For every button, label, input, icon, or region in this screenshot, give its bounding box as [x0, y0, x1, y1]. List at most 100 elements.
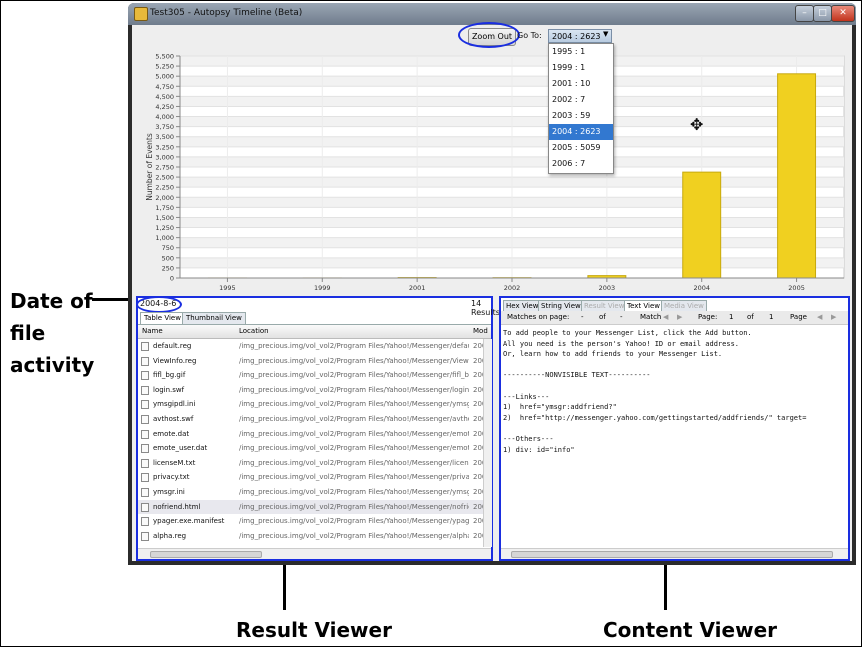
- file-icon: [141, 429, 149, 439]
- timeline-chart-svg: 0 250 500 750 1,000 1,250 1,500 1,750 2,000 2,250…: [145, 53, 845, 292]
- table-header: Name Location Mod: [138, 325, 491, 339]
- y-tick-label: 0: [170, 275, 174, 283]
- match-label: Match: [640, 313, 662, 321]
- file-modified: 2004-: [473, 517, 483, 526]
- table-row[interactable]: privacy.txt/img_precious.img/vol_vol2/Pr…: [138, 470, 483, 485]
- move-cursor-icon: ✥: [690, 115, 704, 134]
- file-modified: 2004-: [473, 385, 483, 394]
- file-name: login.swf: [153, 385, 185, 394]
- file-name: privacy.txt: [153, 473, 190, 482]
- file-name: emote_user.dat: [153, 444, 208, 453]
- file-icon: [141, 342, 149, 351]
- table-row[interactable]: avthost.swf/img_precious.img/vol_vol2/Pr…: [138, 412, 483, 427]
- results-horizontal-scrollbar[interactable]: [138, 548, 491, 559]
- y-tick-label: 1,250: [155, 224, 174, 232]
- file-icon: [141, 473, 149, 483]
- prev-match-icon[interactable]: ◀: [663, 311, 668, 324]
- x-tick-label: 2002: [504, 284, 521, 292]
- text-line: [503, 423, 846, 434]
- goto-option[interactable]: 2003 : 59: [549, 108, 613, 124]
- table-row[interactable]: alpha.reg/img_precious.img/vol_vol2/Prog…: [138, 529, 483, 544]
- file-icon: [141, 458, 149, 468]
- table-row[interactable]: login.swf/img_precious.img/vol_vol2/Prog…: [138, 383, 483, 398]
- file-modified: 2004-: [473, 502, 483, 511]
- goto-option[interactable]: 1999 : 1: [549, 60, 613, 76]
- file-icon: [141, 517, 149, 527]
- goto-label: Go To:: [517, 31, 542, 40]
- file-name: ymsgipdl.ini: [153, 400, 196, 409]
- table-row[interactable]: emote.dat/img_precious.img/vol_vol2/Prog…: [138, 427, 483, 442]
- x-tick-label: 1999: [314, 284, 331, 292]
- table-row[interactable]: fifl_bg.gif/img_precious.img/vol_vol2/Pr…: [138, 368, 483, 383]
- file-icon: [141, 371, 149, 381]
- file-location: /img_precious.img/vol_vol2/Program Files…: [239, 458, 469, 467]
- goto-option[interactable]: 2002 : 7: [549, 92, 613, 108]
- x-tick-label: 2003: [599, 284, 616, 292]
- file-modified: 2004-: [473, 458, 483, 467]
- goto-option[interactable]: 2005 : 5059: [549, 140, 613, 156]
- file-icon: [141, 531, 149, 541]
- file-location: /img_precious.img/vol_vol2/Program Files…: [239, 502, 469, 511]
- column-modified[interactable]: Mod: [473, 325, 488, 338]
- text-line: ---Others---: [503, 434, 554, 443]
- close-button[interactable]: ✕: [831, 5, 855, 22]
- column-name[interactable]: Name: [142, 325, 163, 338]
- text-line: Or, learn how to add friends to your Mes…: [503, 350, 723, 359]
- file-location: /img_precious.img/vol_vol2/Program Files…: [239, 400, 469, 409]
- goto-option[interactable]: 2004 : 2623: [549, 124, 613, 140]
- column-location[interactable]: Location: [239, 325, 269, 338]
- y-tick-label: 3,500: [155, 133, 174, 141]
- table-row[interactable]: ViewInfo.reg/img_precious.img/vol_vol2/P…: [138, 354, 483, 369]
- file-location: /img_precious.img/vol_vol2/Program Files…: [239, 356, 469, 365]
- window-title: Test305 - Autopsy Timeline (Beta): [150, 8, 303, 18]
- goto-option[interactable]: 1995 : 1: [549, 44, 613, 60]
- tab-table-view[interactable]: Table View: [140, 312, 185, 324]
- file-location: /img_precious.img/vol_vol2/Program Files…: [239, 473, 469, 482]
- file-modified: 2004-: [473, 414, 483, 423]
- app-icon: [134, 7, 148, 21]
- y-axis-label: Number of Events: [145, 133, 154, 201]
- results-scroll-thumb[interactable]: [150, 551, 262, 558]
- matches-total: -: [620, 313, 623, 321]
- result-viewer-annotation: Result Viewer: [236, 618, 392, 642]
- table-row[interactable]: ymsgr.ini/img_precious.img/vol_vol2/Prog…: [138, 485, 483, 500]
- y-tick-label: 750: [162, 244, 174, 252]
- viewer-scroll-thumb[interactable]: [511, 551, 833, 558]
- tab-thumbnail-view[interactable]: Thumbnail View: [182, 312, 246, 324]
- goto-option[interactable]: 2006 : 7: [549, 156, 613, 172]
- prev-page-icon[interactable]: ◀: [817, 311, 822, 324]
- table-row[interactable]: emote_user.dat/img_precious.img/vol_vol2…: [138, 441, 483, 456]
- table-row[interactable]: nofriend.html/img_precious.img/vol_vol2/…: [138, 499, 483, 515]
- file-modified: 2004-: [473, 400, 483, 409]
- table-row[interactable]: licenseM.txt/img_precious.img/vol_vol2/P…: [138, 456, 483, 471]
- y-tick-label: 3,750: [155, 123, 174, 131]
- minimize-button[interactable]: –: [795, 5, 814, 22]
- y-tick-label: 250: [162, 264, 174, 272]
- page-of-label: of: [747, 313, 754, 321]
- file-modified: 2004-: [473, 473, 483, 482]
- date-annotation-line-2: file: [10, 321, 46, 345]
- text-line: 1) div: id="info": [503, 445, 575, 454]
- table-row[interactable]: default.reg/img_precious.img/vol_vol2/Pr…: [138, 339, 483, 354]
- y-tick-label: 2,500: [155, 174, 174, 182]
- y-tick-label: 3,250: [155, 143, 174, 151]
- goto-option[interactable]: 2001 : 10: [549, 76, 613, 92]
- results-vertical-scrollbar[interactable]: [483, 339, 492, 547]
- results-table: default.reg/img_precious.img/vol_vol2/Pr…: [138, 339, 483, 547]
- y-tick-label: 4,250: [155, 103, 174, 111]
- file-name: avthost.swf: [153, 414, 194, 423]
- file-modified: 2004-: [473, 429, 483, 438]
- file-name: emote.dat: [153, 429, 190, 438]
- file-name: ViewInfo.reg: [153, 356, 197, 365]
- chevron-down-icon[interactable]: ▼: [603, 30, 608, 38]
- table-row[interactable]: ypager.exe.manifest/img_precious.img/vol…: [138, 514, 483, 529]
- maximize-button[interactable]: □: [813, 5, 832, 22]
- viewer-horizontal-scrollbar[interactable]: [501, 548, 848, 559]
- table-row[interactable]: ymsgipdl.ini/img_precious.img/vol_vol2/P…: [138, 397, 483, 412]
- next-match-icon[interactable]: ▶: [677, 311, 682, 324]
- file-icon: [141, 414, 149, 424]
- matches-label: Matches on page:: [507, 313, 570, 321]
- file-name: nofriend.html: [153, 502, 201, 511]
- next-page-icon[interactable]: ▶: [831, 311, 836, 324]
- matches-value: -: [581, 313, 584, 321]
